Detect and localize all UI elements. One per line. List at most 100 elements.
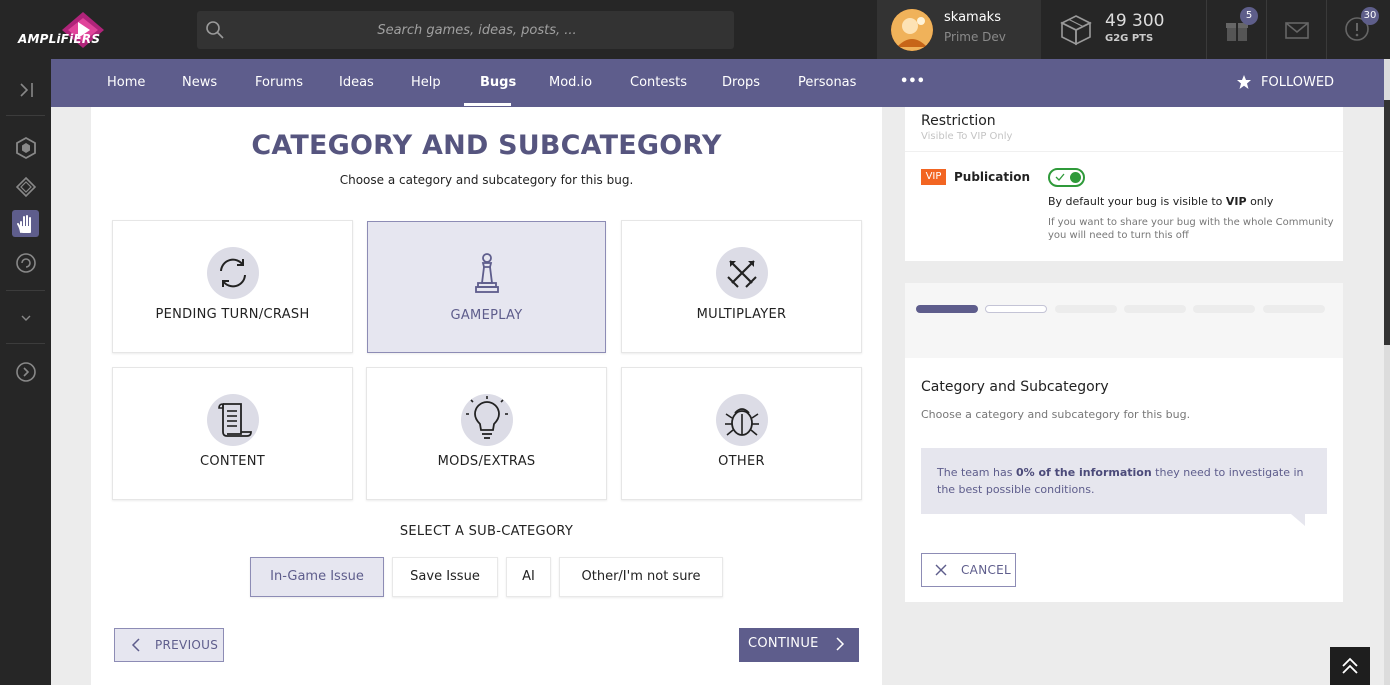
diamond-icon[interactable] [13, 174, 39, 200]
side-rail [0, 59, 51, 685]
progress-step [985, 305, 1047, 313]
gifts-badge: 5 [1240, 7, 1258, 25]
rail-divider [6, 343, 45, 344]
category-other[interactable]: OTHER [621, 367, 862, 500]
step-subtitle: Choose a category and subcategory for th… [921, 408, 1191, 421]
user-role: Prime Dev [944, 30, 1006, 44]
scroll-icon [207, 394, 259, 446]
logo-text: AMPLiFiERS [18, 32, 101, 46]
amplifiers-logo[interactable]: AMPLiFiERS [8, 8, 108, 52]
subcategory-in-game-issue[interactable]: In-Game Issue [250, 557, 384, 597]
progress-step [1055, 305, 1117, 313]
progress-step [1263, 305, 1325, 313]
cancel-button[interactable]: CANCEL [921, 553, 1016, 587]
info-text: The team has 0% of the information they … [937, 464, 1307, 498]
nav-help[interactable]: Help [411, 75, 441, 90]
notifications-badge: 30 [1361, 7, 1379, 25]
info-bold: 0% of the information [1015, 466, 1152, 479]
nav-more[interactable]: ••• [900, 74, 925, 89]
check-icon [1055, 173, 1065, 181]
subcategory-other[interactable]: Other/I'm not sure [559, 557, 723, 597]
progress-header [905, 283, 1343, 358]
nav-bugs[interactable]: Bugs [480, 75, 516, 90]
category-label: OTHER [718, 454, 765, 469]
points-display[interactable]: 49 300 G2G PTS [1041, 0, 1206, 59]
nav-modio[interactable]: Mod.io [549, 75, 592, 90]
category-label: MODS/EXTRAS [437, 454, 536, 469]
nav-news[interactable]: News [182, 75, 217, 90]
points-label: G2G PTS [1105, 33, 1154, 44]
publication-label: Publication [954, 170, 1031, 184]
default-text-prefix: By default your bug is visible to [1048, 195, 1226, 208]
previous-button[interactable]: PREVIOUS [114, 628, 224, 662]
close-icon [935, 564, 947, 576]
expand-sidebar-icon[interactable] [13, 77, 39, 103]
username: skamaks [944, 10, 1001, 25]
mail-icon [1285, 22, 1309, 39]
gifts-button[interactable]: 5 [1206, 0, 1266, 59]
avatar [891, 9, 933, 51]
progress-step [916, 305, 978, 313]
publication-note: If you want to share your bug with the w… [1048, 217, 1334, 241]
step-title: Category and Subcategory [921, 379, 1109, 395]
category-content[interactable]: CONTENT [112, 367, 353, 500]
info-prefix: The team has [937, 466, 1016, 479]
page-title: CATEGORY AND SUBCATEGORY [251, 130, 722, 161]
main-nav [51, 59, 1384, 107]
sync-icon [207, 247, 259, 299]
publication-toggle[interactable] [1048, 168, 1085, 187]
notifications-button[interactable]: 30 [1326, 0, 1390, 59]
subcategory-save-issue[interactable]: Save Issue [392, 557, 498, 597]
nav-contests[interactable]: Contests [630, 75, 687, 90]
hand-icon[interactable] [13, 211, 39, 237]
user-profile[interactable]: skamaks Prime Dev [877, 0, 1041, 59]
bug-icon [716, 394, 768, 446]
default-text-bold: VIP [1225, 195, 1247, 208]
star-icon [1237, 75, 1251, 89]
rail-divider [6, 290, 45, 291]
info-callout: The team has 0% of the information they … [921, 448, 1327, 514]
vip-badge: VIP [921, 169, 946, 185]
category-label: GAMEPLAY [450, 308, 523, 323]
nav-home[interactable]: Home [107, 75, 145, 90]
crossed-swords-icon [716, 247, 768, 299]
nav-active-indicator [464, 103, 511, 106]
cancel-label: CANCEL [961, 563, 1012, 577]
category-mods-extras[interactable]: MODS/EXTRAS [366, 367, 607, 500]
nav-drops[interactable]: Drops [722, 75, 760, 90]
messages-button[interactable] [1266, 0, 1326, 59]
followed-label: FOLLOWED [1261, 75, 1335, 90]
restriction-divider [905, 151, 1343, 152]
category-pending-turn-crash[interactable]: PENDING TURN/CRASH [112, 220, 353, 353]
toggle-knob [1070, 172, 1081, 183]
hex-cube-icon[interactable] [13, 135, 39, 161]
pawn-icon [461, 247, 513, 299]
top-bar: AMPLiFiERS skamaks Prime Dev 49 300 [0, 0, 1390, 59]
page-subtitle: Choose a category and subcategory for th… [339, 173, 634, 187]
search-icon[interactable] [205, 20, 225, 40]
restriction-title: Restriction [921, 113, 996, 129]
scrollbar-thumb[interactable] [1384, 100, 1390, 345]
category-gameplay[interactable]: GAMEPLAY [367, 221, 606, 353]
lightbulb-icon [461, 394, 513, 446]
nav-forums[interactable]: Forums [255, 75, 303, 90]
search-bar [197, 11, 734, 49]
nav-ideas[interactable]: Ideas [339, 75, 374, 90]
double-chevron-up-icon [1342, 657, 1358, 674]
nav-personas[interactable]: Personas [798, 75, 856, 90]
refresh-circle-icon[interactable] [13, 250, 39, 276]
progress-step [1124, 305, 1186, 313]
category-label: CONTENT [200, 454, 265, 469]
cube-icon [1060, 15, 1092, 46]
category-multiplayer[interactable]: MULTIPLAYER [621, 220, 862, 353]
restriction-subtitle: Visible To VIP Only [921, 131, 1013, 142]
rail-divider [6, 115, 45, 116]
chevron-left-icon [131, 638, 140, 652]
back-to-top-button[interactable] [1330, 647, 1370, 685]
search-input[interactable] [237, 11, 717, 49]
logout-icon[interactable] [13, 359, 39, 385]
chevron-down-icon[interactable] [13, 305, 39, 331]
subcategory-ai[interactable]: AI [506, 557, 551, 597]
progress-step [1193, 305, 1255, 313]
continue-button[interactable]: CONTINUE [739, 628, 859, 662]
